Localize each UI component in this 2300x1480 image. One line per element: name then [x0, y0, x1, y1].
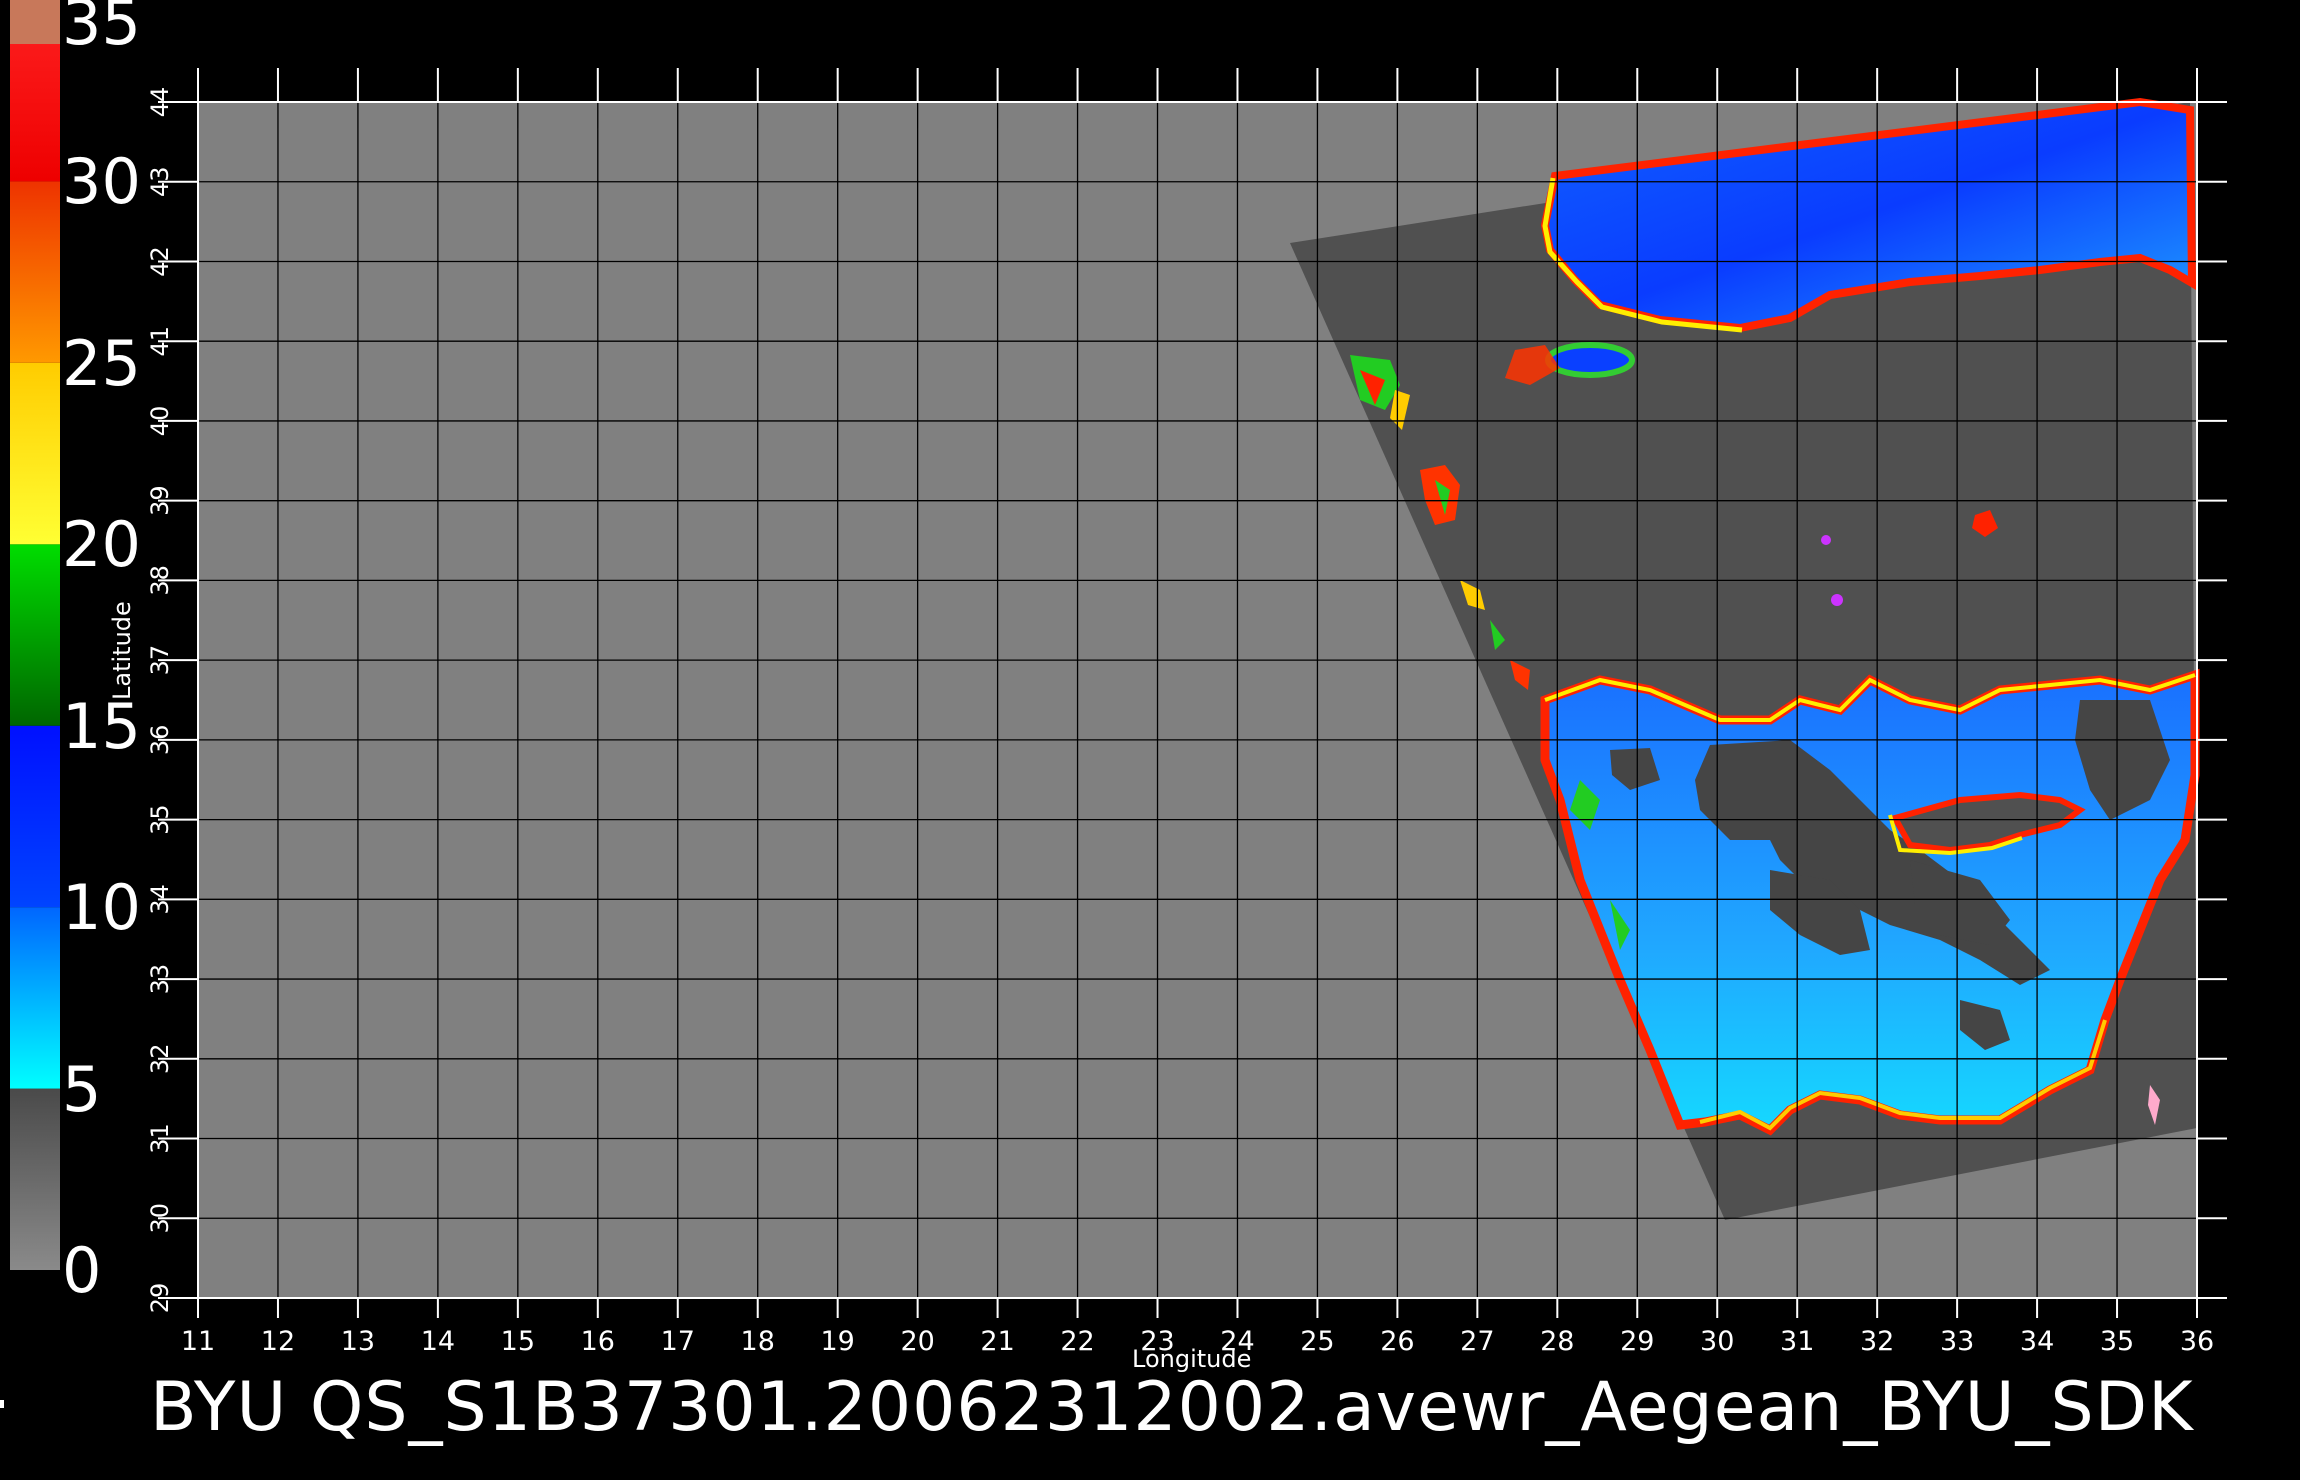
lon-tick-label: 14 — [421, 1326, 455, 1357]
lat-tick-label: 39 — [146, 485, 174, 516]
edge-marker — [0, 1400, 4, 1408]
lat-tick-label: 30 — [146, 1203, 174, 1234]
lon-tick-label: 22 — [1060, 1326, 1094, 1357]
lon-tick-label: 25 — [1300, 1326, 1334, 1357]
lon-tick-label: 35 — [2100, 1326, 2134, 1357]
lon-tick-label: 15 — [501, 1326, 535, 1357]
lon-tick-label: 28 — [1540, 1326, 1574, 1357]
lat-tick-label: 35 — [146, 804, 174, 835]
colorbar-segment — [10, 362, 60, 545]
colorbar-segment — [10, 725, 60, 908]
lat-tick-label: 36 — [146, 725, 174, 756]
colorbar-label: 25 — [62, 326, 141, 400]
lat-tick-label: 38 — [146, 565, 174, 596]
marmara-wind-patch — [1545, 342, 1635, 378]
lat-tick-label: 29 — [146, 1283, 174, 1314]
lon-tick-label: 29 — [1620, 1326, 1654, 1357]
lon-tick-label: 34 — [2020, 1326, 2054, 1357]
lat-tick-label: 44 — [146, 87, 174, 118]
colorbar-label: 30 — [62, 145, 141, 219]
colorbar — [10, 0, 60, 1270]
lon-tick-label: 30 — [1700, 1326, 1734, 1357]
lon-tick-label: 27 — [1460, 1326, 1494, 1357]
lon-tick-label: 32 — [1860, 1326, 1894, 1357]
product-caption: BYU QS_S1B37301.20062312002.avewr_Aegean… — [150, 1368, 2194, 1447]
map-figure: 11 12 13 14 15 16 17 18 19 20 21 22 23 24 25 26 27 28 29 30… — [10, 0, 2227, 1357]
lat-tick-label: 32 — [146, 1044, 174, 1075]
lon-tick-label: 26 — [1380, 1326, 1414, 1357]
colorbar-label: 35 — [62, 0, 141, 59]
lat-tick-label: 42 — [146, 246, 174, 277]
lon-tick-label: 31 — [1780, 1326, 1814, 1357]
lat-tick-label: 41 — [146, 326, 174, 357]
lat-tick-label: 37 — [146, 645, 174, 676]
colorbar-cap — [10, 0, 60, 44]
colorbar-label: 15 — [62, 689, 141, 763]
lat-tick-label: 34 — [146, 884, 174, 915]
lon-tick-label: 19 — [821, 1326, 855, 1357]
lon-tick-label: 18 — [741, 1326, 775, 1357]
colorbar-label: 20 — [62, 508, 141, 582]
colorbar-label: 0 — [62, 1234, 102, 1307]
lon-tick-label: 33 — [1940, 1326, 1974, 1357]
colorbar-segment — [10, 181, 60, 363]
lon-tick-label: 21 — [980, 1326, 1014, 1357]
lon-tick-label: 11 — [181, 1326, 215, 1357]
colorbar-segment — [10, 544, 60, 726]
lat-tick-label: 33 — [146, 964, 174, 995]
y-axis-title: Latitude — [108, 601, 136, 700]
lon-tick-label: 13 — [341, 1326, 375, 1357]
lat-tick-label: 40 — [146, 406, 174, 437]
lon-tick-label: 12 — [261, 1326, 295, 1357]
colorbar-segment — [10, 1088, 60, 1270]
colorbar-label: 10 — [62, 871, 141, 945]
lon-tick-label: 20 — [900, 1326, 934, 1357]
lon-tick-label: 36 — [2180, 1326, 2214, 1357]
lon-tick-label: 16 — [581, 1326, 615, 1357]
lat-tick-label: 43 — [146, 166, 174, 197]
latitude-tick-labels: 29 30 31 32 33 34 35 36 37 38 39 40 41 42 43 44 — [146, 87, 174, 1314]
colorbar-label: 5 — [62, 1052, 102, 1126]
lon-tick-label: 17 — [661, 1326, 695, 1357]
lat-tick-label: 31 — [146, 1123, 174, 1154]
colorbar-segment — [10, 907, 60, 1089]
